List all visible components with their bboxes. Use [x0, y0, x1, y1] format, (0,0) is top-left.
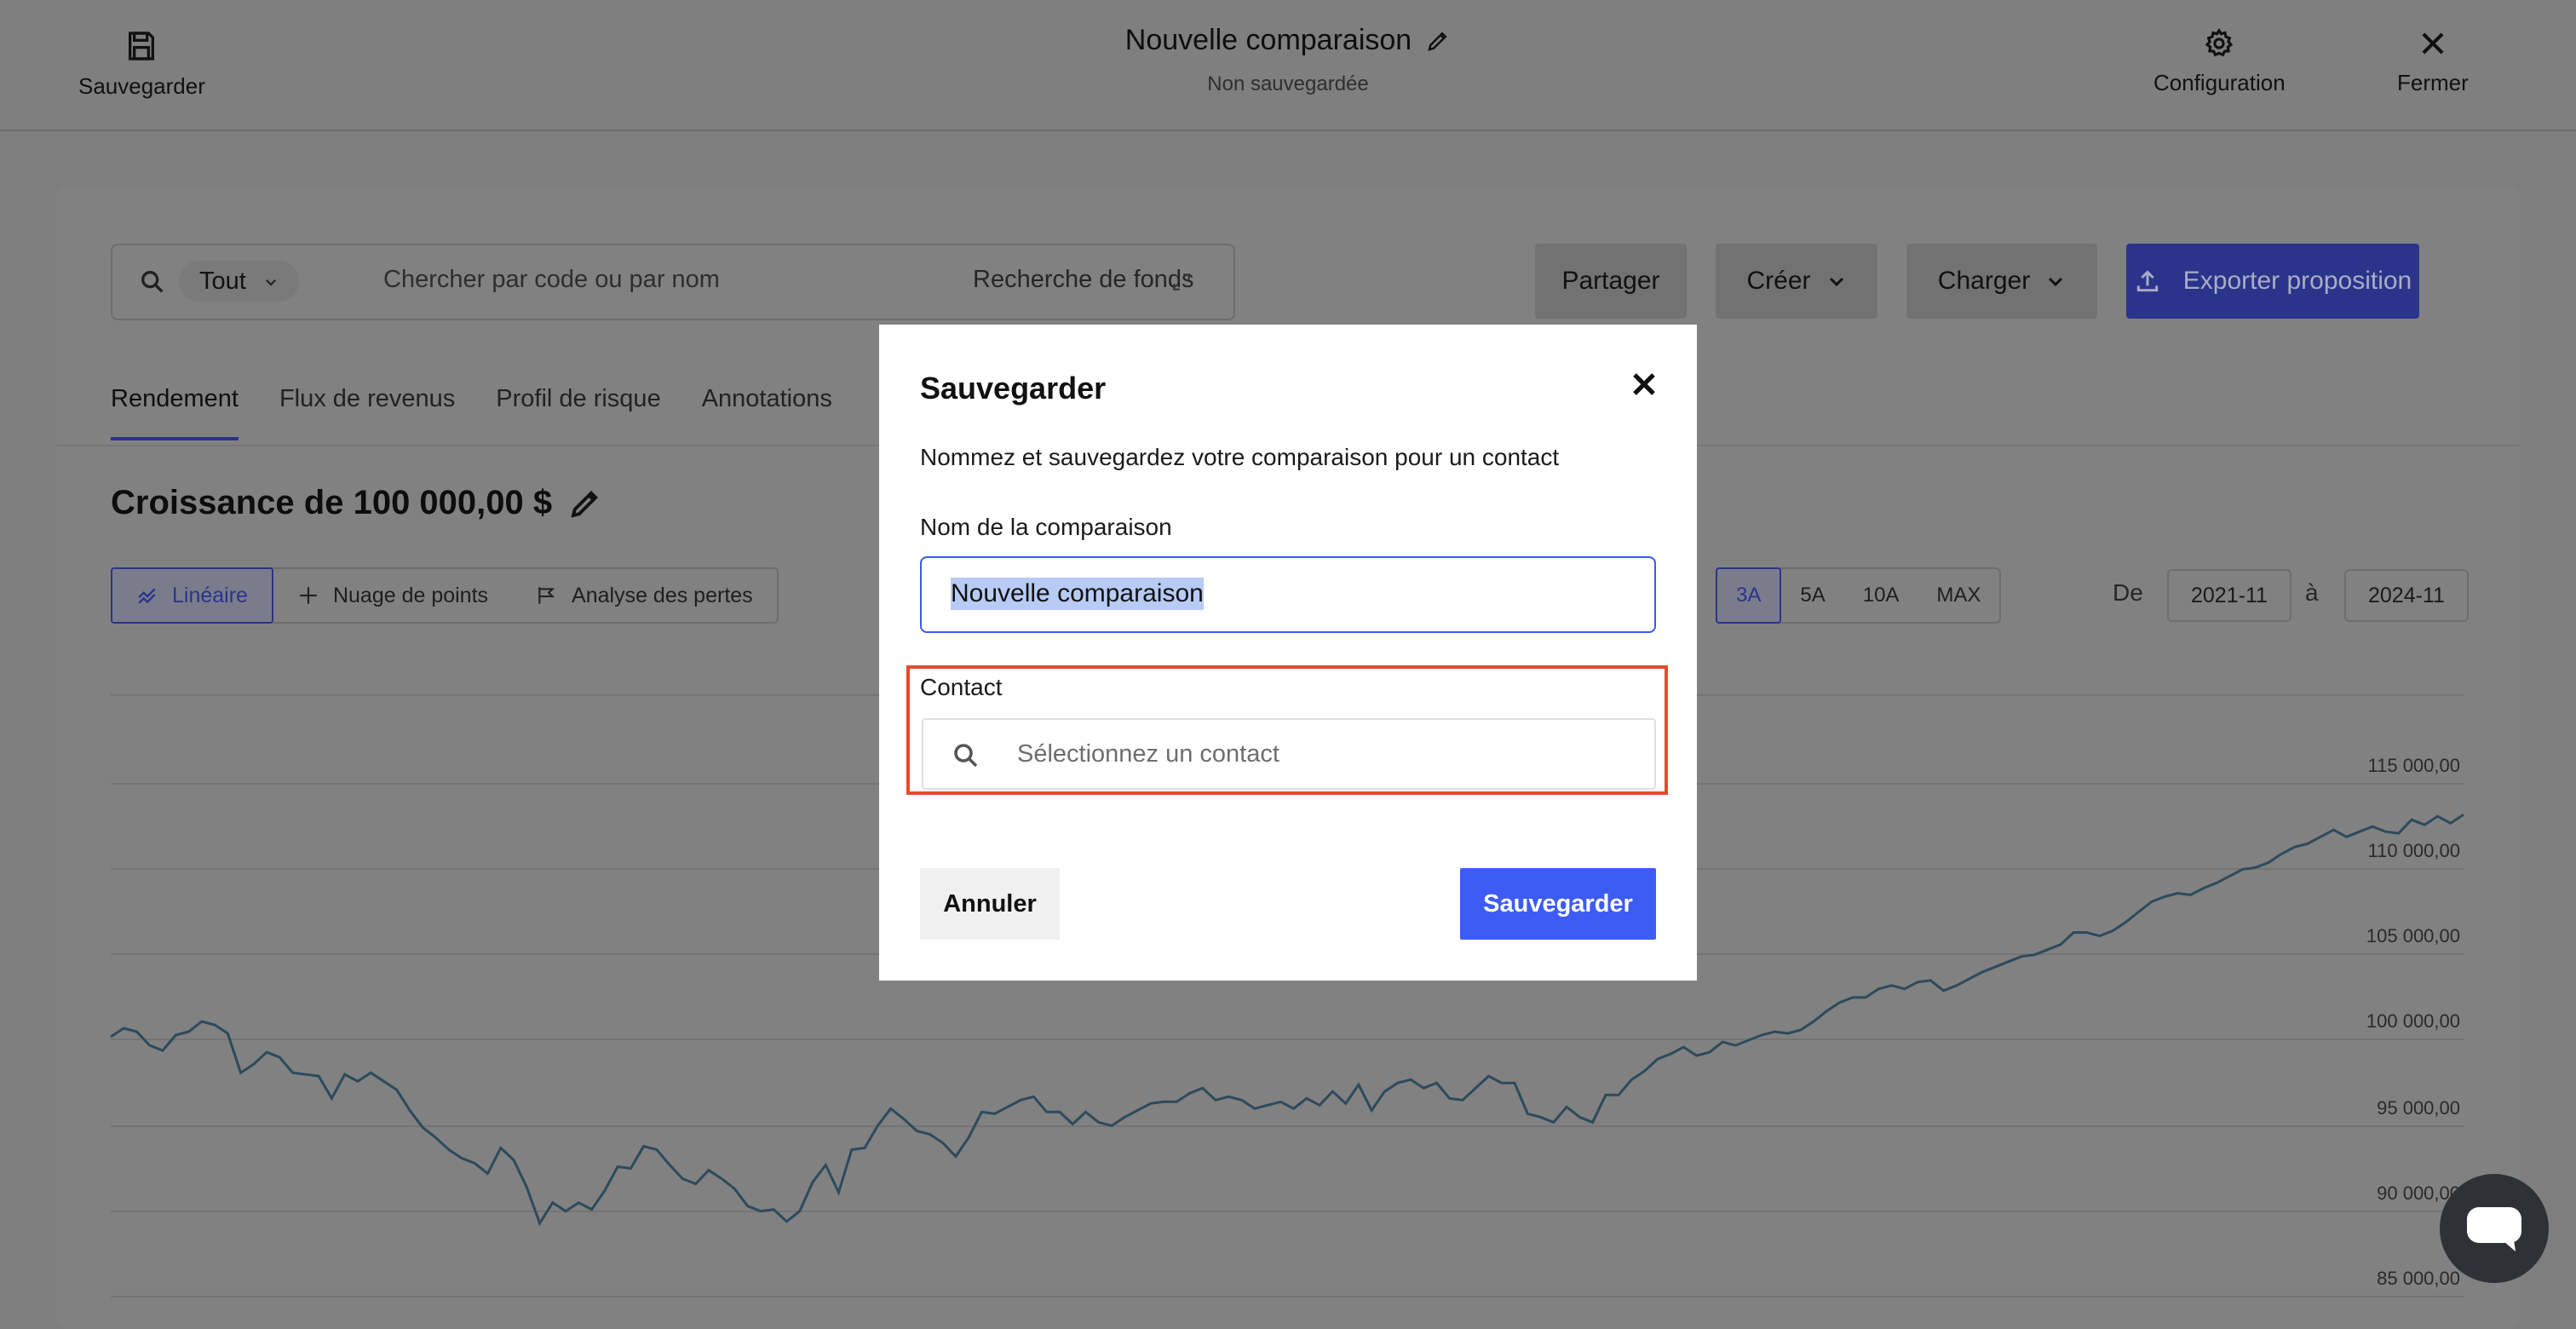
- period-max-button[interactable]: MAX: [1918, 569, 1999, 622]
- dialog-title: Sauvegarder: [920, 371, 1107, 406]
- search-input[interactable]: Chercher par code ou par nom: [383, 266, 720, 294]
- chevron-down-icon: [1829, 277, 1843, 287]
- expand-icon[interactable]: [1170, 271, 1193, 293]
- scatter-icon: [300, 587, 317, 604]
- period-10a-button[interactable]: 10A: [1844, 569, 1918, 622]
- floppy-disk-icon: [129, 32, 155, 60]
- tabs: Rendement Flux de revenus Profil de risq…: [111, 385, 832, 440]
- tab-flux-de-revenus[interactable]: Flux de revenus: [279, 385, 455, 440]
- chevron-down-icon: [2049, 277, 2063, 287]
- save-button[interactable]: Sauvegarder: [1460, 868, 1656, 940]
- close-icon: [2422, 32, 2444, 55]
- top-bar: Sauvegarder Nouvelle comparaison Non sau…: [0, 0, 2576, 131]
- create-label: Créer: [1746, 267, 1811, 295]
- export-label: Exporter proposition: [2182, 267, 2412, 295]
- comparison-name-value: Nouvelle comparaison: [951, 578, 1204, 610]
- close-top-button[interactable]: Fermer: [2397, 27, 2469, 96]
- drawdown-icon: [538, 587, 555, 604]
- upload-icon: [2136, 270, 2158, 292]
- section-title: Croissance de 100 000,00 $: [111, 484, 603, 522]
- dialog-close-button[interactable]: [1625, 365, 1663, 403]
- view-mode-group: Linéaire Nuage de points Analyse des per…: [111, 567, 779, 624]
- view-linear-button[interactable]: Linéaire: [111, 567, 273, 624]
- cancel-button[interactable]: Annuler: [920, 868, 1060, 940]
- cancel-label: Annuler: [943, 889, 1037, 918]
- from-date-input[interactable]: 2021-11: [2167, 569, 2291, 622]
- chat-bubble-icon: [2467, 1207, 2521, 1251]
- period-group: 3A 5A 10A MAX: [1716, 567, 2002, 624]
- search-box[interactable]: Tout Chercher par code ou par nom Recher…: [111, 244, 1235, 320]
- save-label: Sauvegarder: [1483, 889, 1633, 918]
- dialog-description: Nommez et sauvegardez votre comparaison …: [920, 444, 1560, 470]
- tab-annotations[interactable]: Annotations: [702, 385, 832, 440]
- to-date-input[interactable]: 2024-11: [2344, 569, 2469, 622]
- fund-search-link[interactable]: Recherche de fonds: [973, 266, 1194, 294]
- chat-launcher-button[interactable]: [2440, 1174, 2549, 1283]
- save-dialog: Sauvegarder Nommez et sauvegardez votre …: [879, 325, 1697, 981]
- save-top-label: Sauvegarder: [78, 73, 205, 99]
- to-label: à: [2305, 579, 2319, 606]
- load-label: Charger: [1937, 267, 2031, 295]
- gear-icon: [2205, 28, 2234, 57]
- contact-label: Contact: [920, 674, 1003, 700]
- contact-select[interactable]: Sélectionnez un contact: [922, 718, 1656, 790]
- contact-placeholder: Sélectionnez un contact: [1017, 740, 1279, 768]
- view-scatter-button[interactable]: Nuage de points: [273, 569, 512, 622]
- export-proposal-button[interactable]: Exporter proposition: [2126, 244, 2419, 319]
- search-icon: [954, 744, 978, 768]
- filter-value: Tout: [199, 268, 246, 295]
- close-icon: [1633, 373, 1655, 395]
- period-5a-button[interactable]: 5A: [1781, 569, 1843, 622]
- create-button[interactable]: Créer: [1716, 244, 1877, 319]
- comparison-name-label: Nom de la comparaison: [920, 514, 1172, 540]
- pencil-icon[interactable]: [1425, 28, 1451, 54]
- view-linear-label: Linéaire: [172, 583, 248, 607]
- page-title: Nouvelle comparaison: [1124, 24, 1412, 56]
- configuration-label: Configuration: [2153, 70, 2286, 95]
- line-chart-icon: [138, 588, 156, 604]
- configuration-button[interactable]: Configuration: [2153, 27, 2286, 96]
- save-top-button[interactable]: Sauvegarder: [78, 29, 205, 100]
- view-drawdown-label: Analyse des pertes: [572, 583, 753, 607]
- pencil-icon[interactable]: [567, 486, 603, 521]
- view-scatter-label: Nuage de points: [332, 583, 489, 607]
- period-3a-button[interactable]: 3A: [1716, 567, 1782, 624]
- save-status: Non sauvegardée: [1207, 72, 1369, 95]
- close-top-label: Fermer: [2397, 70, 2469, 95]
- view-drawdown-button[interactable]: Analyse des pertes: [512, 569, 777, 622]
- section-title-text: Croissance de 100 000,00 $: [111, 484, 553, 521]
- tab-profil-de-risque[interactable]: Profil de risque: [496, 385, 660, 440]
- from-label: De: [2113, 579, 2143, 606]
- share-button[interactable]: Partager: [1535, 244, 1687, 319]
- filter-dropdown[interactable]: Tout: [179, 261, 299, 302]
- tab-rendement[interactable]: Rendement: [111, 385, 239, 440]
- title-area: Nouvelle comparaison Non sauvegardée: [1022, 24, 1554, 96]
- chevron-down-icon: [265, 279, 276, 286]
- search-icon: [141, 270, 164, 293]
- share-label: Partager: [1561, 267, 1660, 295]
- load-button[interactable]: Charger: [1906, 244, 2097, 319]
